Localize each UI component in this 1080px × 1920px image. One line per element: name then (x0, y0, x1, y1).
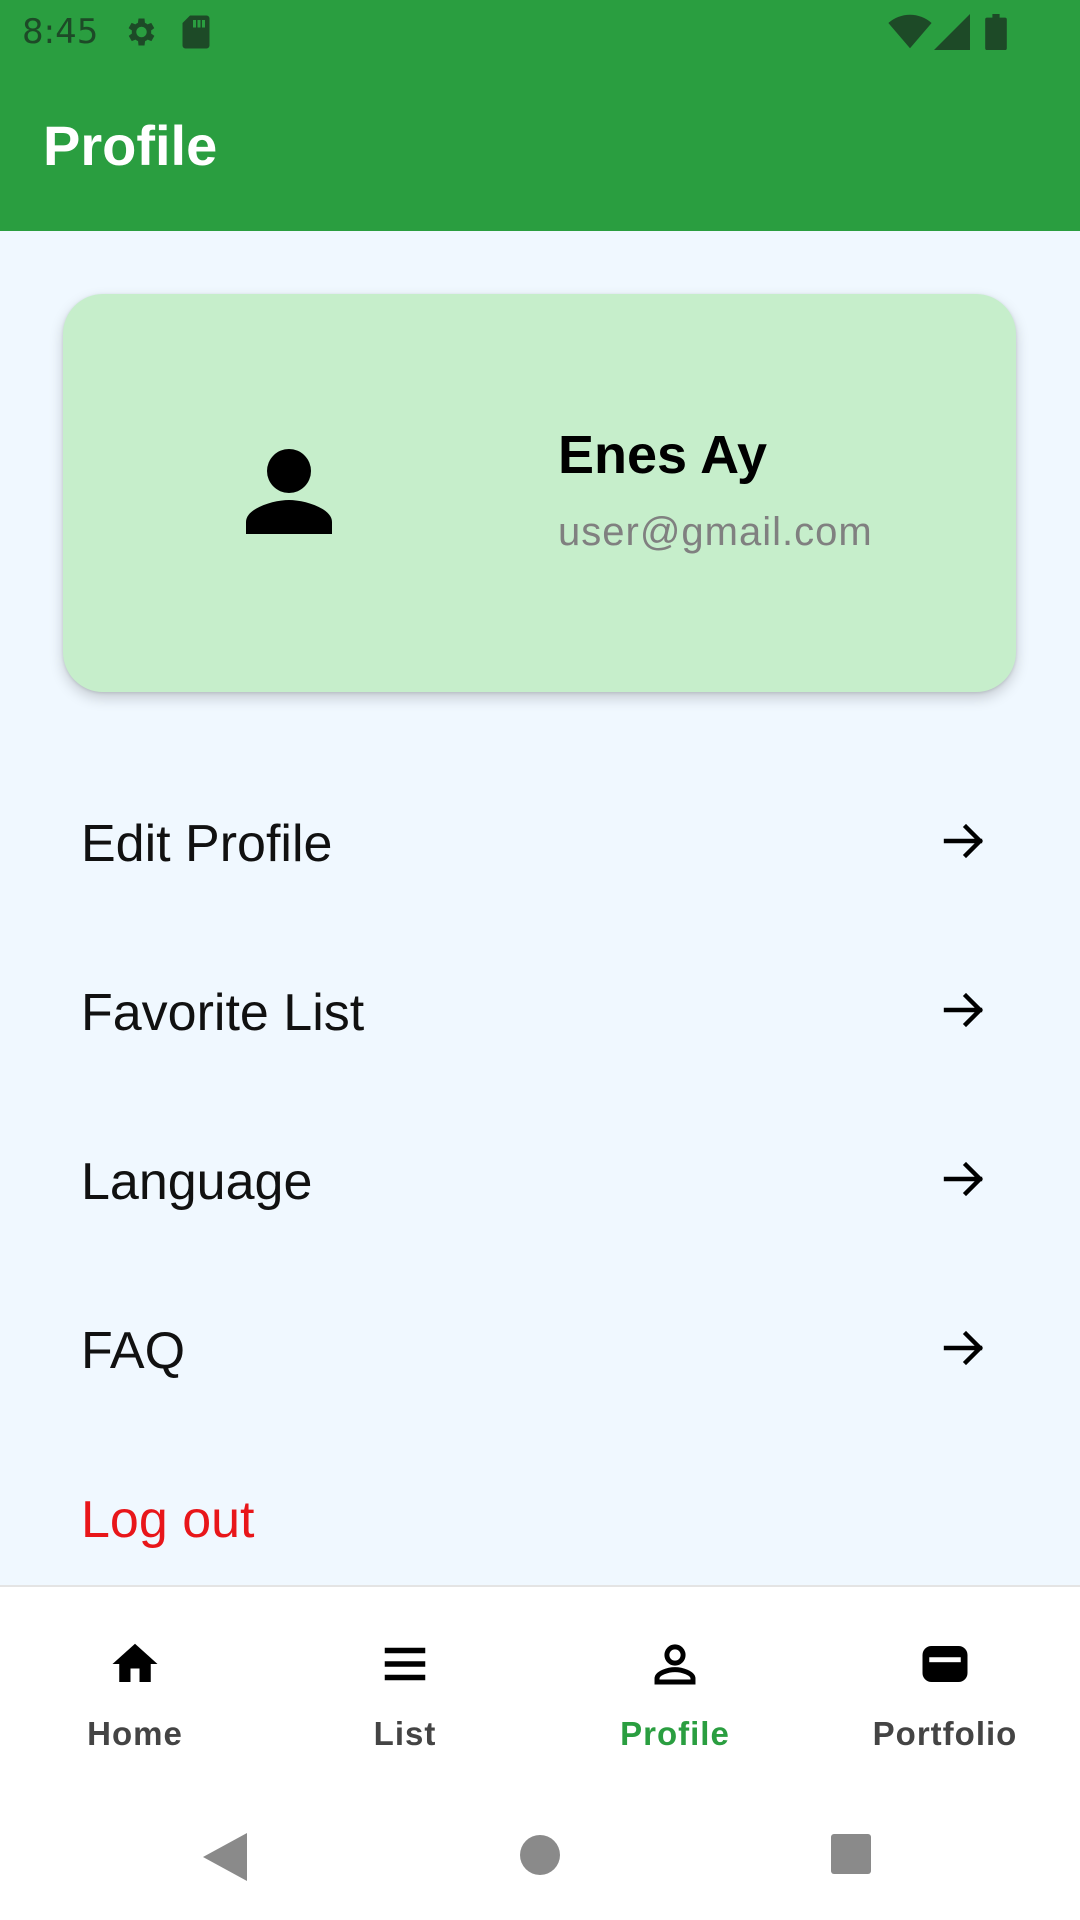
menu-item-label: Favorite List (81, 984, 365, 1042)
arrow-right-icon (940, 817, 988, 870)
wallet-icon (918, 1637, 972, 1696)
nav-item-profile[interactable]: Profile (540, 1587, 810, 1795)
system-nav-bar (0, 1793, 1080, 1920)
recents-square-icon[interactable] (830, 1833, 872, 1880)
battery-icon (984, 14, 1008, 54)
app-bar: Profile (0, 63, 1080, 231)
logout-button[interactable]: Log out (0, 1447, 1080, 1587)
logout-label: Log out (81, 1491, 255, 1549)
status-bar: 8:45 (0, 0, 1080, 63)
menu-item-label: Language (81, 1153, 313, 1211)
profile-card: Enes Ay user@gmail.com (63, 294, 1016, 692)
nav-label: Profile (620, 1715, 730, 1752)
back-icon[interactable] (203, 1833, 247, 1886)
nav-item-home[interactable]: Home (0, 1587, 270, 1795)
nav-item-list[interactable]: List (270, 1587, 540, 1795)
person-icon (246, 448, 332, 539)
menu-item-language[interactable]: Language (0, 1109, 1080, 1249)
arrow-right-icon (940, 986, 988, 1039)
arrow-right-icon (940, 1324, 988, 1377)
home-icon (108, 1637, 162, 1696)
menu-item-edit-profile[interactable]: Edit Profile (0, 771, 1080, 911)
settings-icon (122, 14, 158, 54)
menu-item-favorite-list[interactable]: Favorite List (0, 940, 1080, 1080)
page-title: Profile (43, 114, 218, 177)
nav-label: Portfolio (872, 1715, 1018, 1752)
sd-card-icon (180, 14, 212, 54)
list-icon (378, 1637, 432, 1696)
nav-label: List (373, 1715, 437, 1752)
arrow-right-icon (940, 1155, 988, 1208)
nav-item-portfolio[interactable]: Portfolio (810, 1587, 1080, 1795)
signal-icon (934, 14, 970, 54)
wifi-icon (888, 14, 932, 54)
person-outline-icon (648, 1637, 702, 1696)
menu-item-faq[interactable]: FAQ (0, 1278, 1080, 1418)
status-time: 8:45 (22, 12, 99, 52)
user-name: Enes Ay (558, 425, 768, 485)
nav-label: Home (87, 1715, 183, 1752)
home-circle-icon[interactable] (518, 1833, 562, 1882)
bottom-nav: Home List Profile Portfolio (0, 1585, 1080, 1795)
user-email: user@gmail.com (558, 510, 873, 554)
menu-item-label: FAQ (81, 1322, 186, 1380)
menu-item-label: Edit Profile (81, 815, 333, 873)
